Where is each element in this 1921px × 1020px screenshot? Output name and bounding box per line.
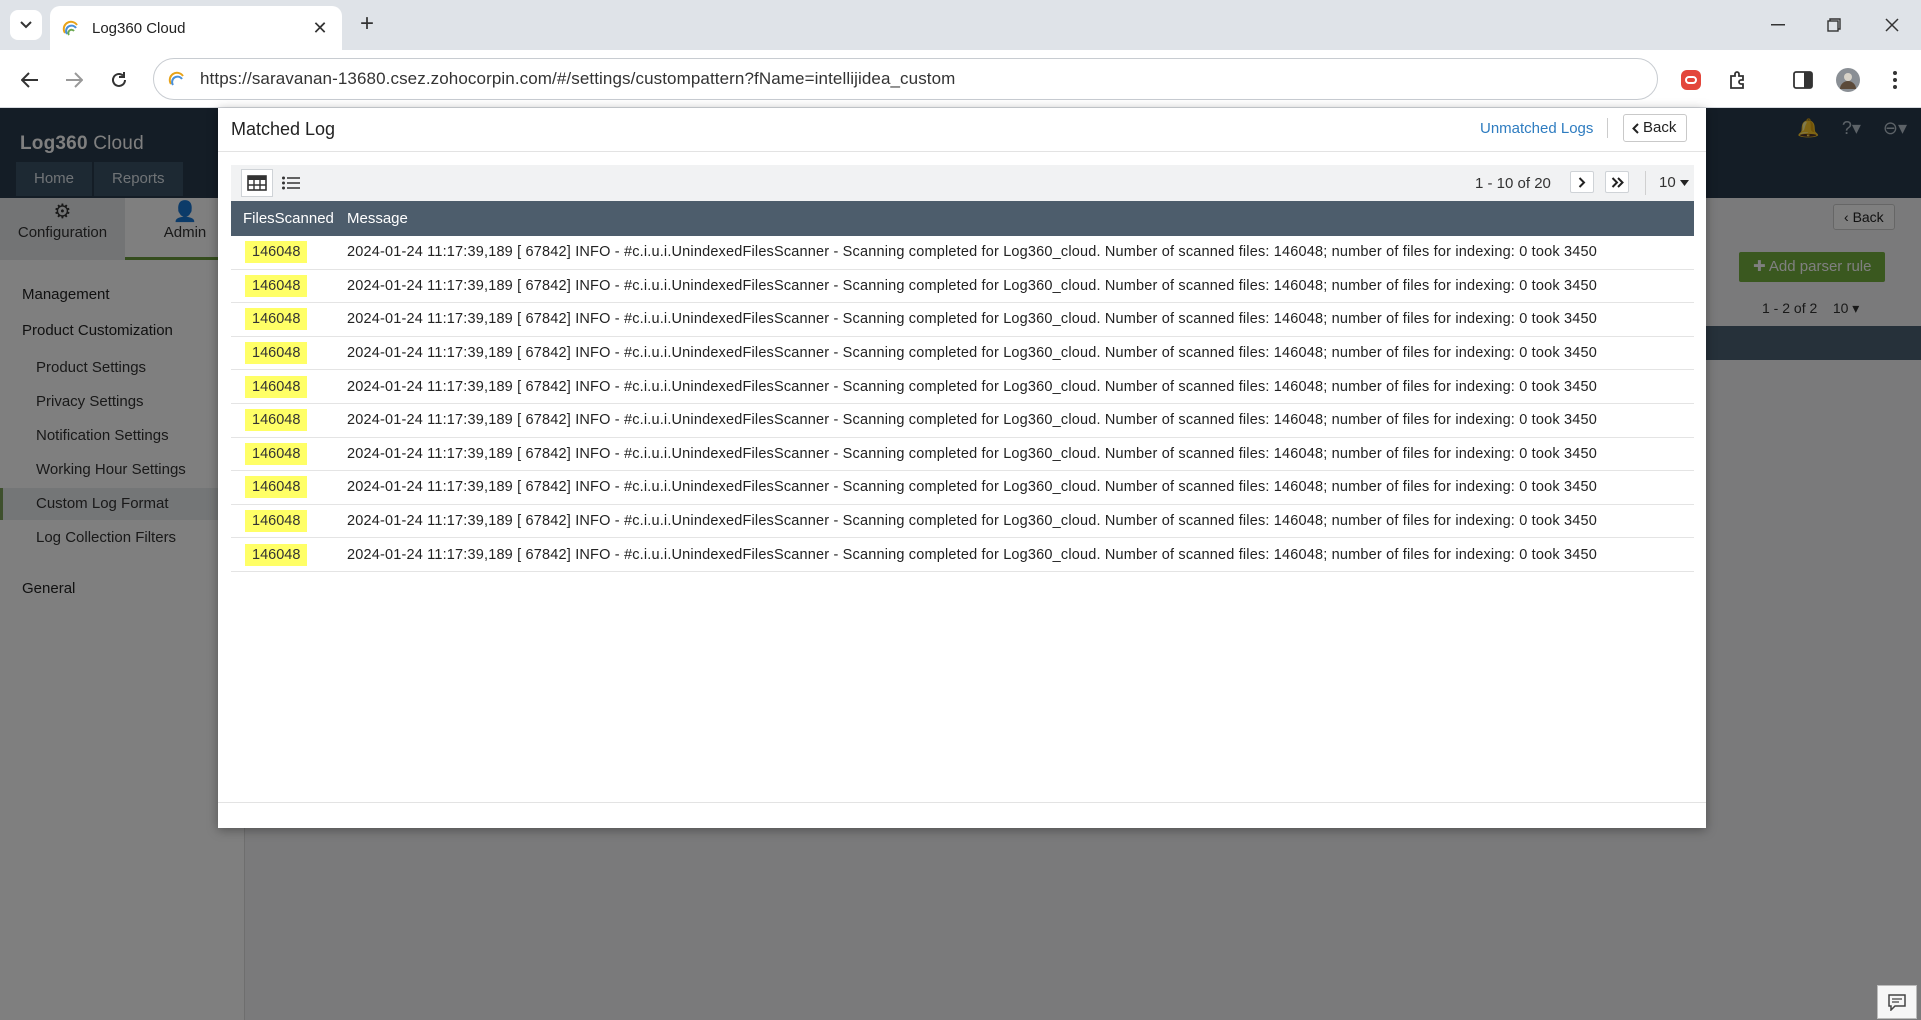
filesscanned-cell: 146048 — [231, 476, 347, 499]
grid-body: 146048 2024-01-24 11:17:39,189 [ 67842] I… — [231, 236, 1694, 572]
profile-avatar[interactable] — [1833, 65, 1863, 95]
browser-tab-active[interactable]: Log360 Cloud ✕ — [50, 6, 342, 50]
filesscanned-cell: 146048 — [231, 241, 347, 264]
filesscanned-badge: 146048 — [245, 510, 308, 533]
filesscanned-cell: 146048 — [231, 442, 347, 465]
table-row[interactable]: 146048 2024-01-24 11:17:39,189 [ 67842] I… — [231, 538, 1694, 572]
message-cell: 2024-01-24 11:17:39,189 [ 67842] INFO - … — [347, 378, 1597, 395]
matched-log-grid: FilesScanned Message 146048 2024-01-24 11… — [231, 201, 1694, 572]
restore-window-icon[interactable] — [1821, 12, 1847, 38]
filesscanned-cell: 146048 — [231, 409, 347, 432]
reload-icon[interactable] — [104, 65, 134, 95]
minimize-window-icon[interactable] — [1765, 12, 1791, 38]
chevron-down-icon — [20, 21, 32, 29]
chat-button[interactable] — [1877, 985, 1917, 1019]
pagination-divider — [1645, 171, 1646, 195]
filesscanned-badge: 146048 — [245, 241, 308, 264]
close-window-icon[interactable] — [1879, 12, 1905, 38]
last-page-button[interactable] — [1605, 171, 1629, 193]
back-nav-icon[interactable] — [15, 65, 45, 95]
table-row[interactable]: 146048 2024-01-24 11:17:39,189 [ 67842] I… — [231, 370, 1694, 404]
filesscanned-badge: 146048 — [245, 409, 308, 432]
message-cell: 2024-01-24 11:17:39,189 [ 67842] INFO - … — [347, 311, 1597, 328]
message-cell: 2024-01-24 11:17:39,189 [ 67842] INFO - … — [347, 345, 1597, 362]
header-divider — [1607, 118, 1608, 138]
filesscanned-badge: 146048 — [245, 308, 308, 331]
browser-tab-strip: Log360 Cloud ✕ + — [0, 0, 1921, 50]
column-header-filesscanned[interactable]: FilesScanned — [231, 210, 347, 227]
filesscanned-badge: 146048 — [245, 476, 308, 499]
filesscanned-cell: 146048 — [231, 510, 347, 533]
chevron-left-icon — [1632, 122, 1639, 134]
dialog-title: Matched Log — [231, 119, 336, 139]
log360-favicon-icon — [62, 20, 78, 36]
next-page-button[interactable] — [1570, 171, 1594, 193]
caret-down-icon — [1679, 179, 1689, 186]
dialog-back-button[interactable]: Back — [1623, 114, 1688, 142]
dialog-footer-divider — [218, 802, 1706, 803]
filesscanned-badge: 146048 — [245, 543, 308, 566]
grid-toolbar: 1 - 10 of 20 10 — [231, 165, 1694, 201]
filesscanned-cell: 146048 — [231, 308, 347, 331]
side-panel-icon[interactable] — [1788, 65, 1818, 95]
table-row[interactable]: 146048 2024-01-24 11:17:39,189 [ 67842] I… — [231, 438, 1694, 472]
message-cell: 2024-01-24 11:17:39,189 [ 67842] INFO - … — [347, 479, 1597, 496]
forward-nav-icon[interactable] — [59, 65, 89, 95]
table-row[interactable]: 146048 2024-01-24 11:17:39,189 [ 67842] I… — [231, 303, 1694, 337]
chat-icon — [1888, 994, 1906, 1011]
table-row[interactable]: 146048 2024-01-24 11:17:39,189 [ 67842] I… — [231, 337, 1694, 371]
extension-red-icon[interactable] — [1676, 65, 1706, 95]
filesscanned-badge: 146048 — [245, 274, 308, 297]
extensions-puzzle-icon[interactable] — [1723, 65, 1753, 95]
browser-menu-icon[interactable] — [1880, 65, 1910, 95]
page-size-select[interactable]: 10 — [1659, 174, 1689, 191]
grid-header: FilesScanned Message — [231, 201, 1694, 236]
url-field[interactable]: https://saravanan-13680.csez.zohocorpin.… — [153, 58, 1658, 100]
new-tab-button[interactable]: + — [354, 12, 380, 38]
tab-search-button[interactable] — [10, 10, 42, 40]
filesscanned-cell: 146048 — [231, 274, 347, 297]
table-row[interactable]: 146048 2024-01-24 11:17:39,189 [ 67842] I… — [231, 236, 1694, 270]
url-text: https://saravanan-13680.csez.zohocorpin.… — [200, 69, 956, 88]
dialog-back-label: Back — [1643, 119, 1677, 136]
message-cell: 2024-01-24 11:17:39,189 [ 67842] INFO - … — [347, 546, 1597, 563]
table-row[interactable]: 146048 2024-01-24 11:17:39,189 [ 67842] I… — [231, 505, 1694, 539]
message-cell: 2024-01-24 11:17:39,189 [ 67842] INFO - … — [347, 244, 1597, 261]
address-bar: https://saravanan-13680.csez.zohocorpin.… — [0, 50, 1921, 108]
message-cell: 2024-01-24 11:17:39,189 [ 67842] INFO - … — [347, 412, 1597, 429]
filesscanned-cell: 146048 — [231, 375, 347, 398]
filesscanned-badge: 146048 — [245, 342, 308, 365]
filesscanned-cell: 146048 — [231, 342, 347, 365]
double-chevron-right-icon — [1611, 176, 1624, 188]
close-tab-icon[interactable]: ✕ — [310, 18, 330, 39]
unmatched-logs-link[interactable]: Unmatched Logs — [1480, 120, 1593, 137]
message-cell: 2024-01-24 11:17:39,189 [ 67842] INFO - … — [347, 513, 1597, 530]
table-view-button[interactable] — [241, 169, 273, 197]
table-row[interactable]: 146048 2024-01-24 11:17:39,189 [ 67842] I… — [231, 270, 1694, 304]
pagination-text: 1 - 10 of 20 — [1475, 175, 1551, 192]
site-info-icon[interactable] — [168, 70, 186, 88]
list-icon — [282, 176, 300, 190]
filesscanned-badge: 146048 — [245, 442, 308, 465]
page-size-value: 10 — [1659, 174, 1676, 191]
list-view-button[interactable] — [275, 169, 307, 197]
matched-log-dialog: Matched Log Unmatched Logs Back 1 - 10 o… — [218, 108, 1706, 828]
filesscanned-badge: 146048 — [245, 375, 308, 398]
table-icon — [247, 175, 267, 191]
table-row[interactable]: 146048 2024-01-24 11:17:39,189 [ 67842] I… — [231, 471, 1694, 505]
chevron-right-icon — [1578, 176, 1586, 188]
dialog-header: Matched Log Unmatched Logs Back — [218, 108, 1706, 152]
message-cell: 2024-01-24 11:17:39,189 [ 67842] INFO - … — [347, 277, 1597, 294]
message-cell: 2024-01-24 11:17:39,189 [ 67842] INFO - … — [347, 445, 1597, 462]
table-row[interactable]: 146048 2024-01-24 11:17:39,189 [ 67842] I… — [231, 404, 1694, 438]
filesscanned-cell: 146048 — [231, 543, 347, 566]
tab-title: Log360 Cloud — [92, 19, 186, 37]
column-header-message[interactable]: Message — [347, 210, 408, 227]
